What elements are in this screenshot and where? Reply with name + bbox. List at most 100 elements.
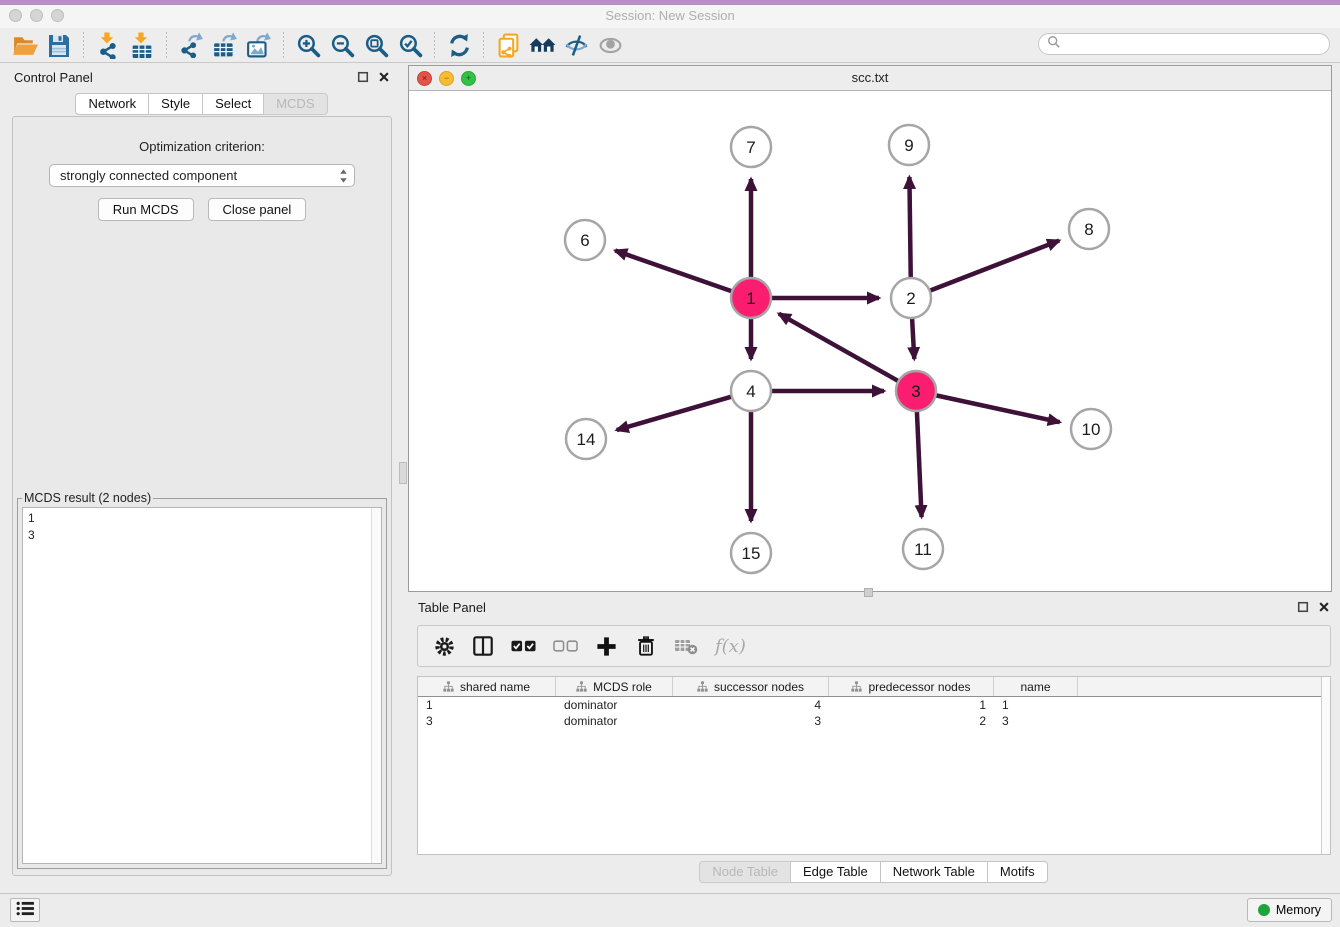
zoom-in-button[interactable] [291,30,325,60]
float-table-panel-button[interactable] [1297,601,1309,613]
table-row[interactable]: 3dominator323 [418,713,1330,729]
close-panel-button-2[interactable]: Close panel [208,198,307,221]
close-panel-button[interactable] [378,71,390,83]
deselect-all-rows-button[interactable] [553,639,578,653]
neighbors-icon [529,33,556,58]
tab-network-table[interactable]: Network Table [880,861,988,883]
memory-button[interactable]: Memory [1247,898,1332,922]
zoom-fit-button[interactable] [359,30,393,60]
control-panel: Control Panel NetworkStyleSelectMCDS Opt… [4,65,400,878]
graph-edge-1-6[interactable] [615,251,732,292]
tab-style[interactable]: Style [148,93,203,115]
export-image-button[interactable] [242,30,276,60]
panel-splitter-handle[interactable] [399,462,407,484]
import-network-button[interactable] [91,30,125,60]
function-builder-button[interactable]: f(x) [715,636,746,657]
graph-edge-3-1[interactable] [779,314,899,381]
tab-edge-table[interactable]: Edge Table [790,861,881,883]
graph-node-label: 14 [577,430,596,449]
export-table-button[interactable] [208,30,242,60]
create-column-button[interactable] [595,635,618,658]
column-header-name[interactable]: name [994,677,1078,696]
save-icon [47,33,71,57]
table-cell: 2 [829,714,994,728]
import-network-icon [95,32,121,59]
graph-node-label: 3 [911,382,920,401]
status-bar: Memory [0,893,1340,927]
mcds-result-box[interactable]: 1 3 [22,507,382,864]
graph-node-2[interactable]: 2 [891,278,931,318]
graph-node-8[interactable]: 8 [1069,209,1109,249]
network-window-titlebar[interactable]: × − + scc.txt [409,66,1331,91]
show-all-button[interactable] [593,30,627,60]
window-title: Session: New Session [0,8,1340,23]
graph-node-9[interactable]: 9 [889,125,929,165]
graph-edge-4-14[interactable] [617,397,732,430]
export-image-icon [246,32,272,58]
zoom-selected-button[interactable] [393,30,427,60]
hide-selected-button[interactable] [559,30,593,60]
graph-node-10[interactable]: 10 [1071,409,1111,449]
tab-node-table[interactable]: Node Table [699,861,791,883]
graph-node-4[interactable]: 4 [731,371,771,411]
search-icon [1047,35,1061,54]
node-table[interactable]: shared nameMCDS rolesuccessor nodesprede… [417,676,1331,855]
save-session-button[interactable] [42,30,76,60]
table-toolbar: f(x) [417,625,1331,667]
graph-node-6[interactable]: 6 [565,220,605,260]
tab-select[interactable]: Select [202,93,264,115]
table-scrollbar[interactable] [1321,677,1330,854]
column-header-shared-name[interactable]: shared name [418,677,556,696]
open-session-button[interactable] [8,30,42,60]
column-header-MCDS-role[interactable]: MCDS role [556,677,673,696]
graph-node-15[interactable]: 15 [731,533,771,573]
graph-node-3[interactable]: 3 [896,371,936,411]
graph-edge-2-8[interactable] [930,241,1060,291]
task-history-button[interactable] [10,898,40,922]
select-stepper-icon [339,168,348,187]
refresh-button[interactable] [442,30,476,60]
table-cell: 1 [994,698,1078,712]
result-scrollbar[interactable] [371,508,381,863]
graph-edge-2-9[interactable] [909,177,910,278]
column-header-predecessor-nodes[interactable]: predecessor nodes [829,677,994,696]
graph-node-14[interactable]: 14 [566,419,606,459]
float-panel-button[interactable] [357,71,369,83]
toolbar-separator [483,32,484,58]
graph-edge-3-11[interactable] [917,411,922,517]
first-neighbors-button[interactable] [525,30,559,60]
tab-network[interactable]: Network [75,93,149,115]
table-cell: 1 [418,698,556,712]
graph-node-label: 4 [746,382,755,401]
run-mcds-button[interactable]: Run MCDS [98,198,194,221]
tab-mcds[interactable]: MCDS [263,93,327,115]
search-box[interactable] [1038,33,1330,55]
delete-table-button[interactable] [674,634,698,658]
table-panel-title: Table Panel [418,600,486,615]
delete-column-button[interactable] [635,635,657,657]
network-canvas[interactable]: 1 2 3 4 6 7 8 9 10 11 14 15 [409,90,1331,591]
criterion-select[interactable]: strongly connected component [49,164,355,187]
select-all-rows-button[interactable] [511,639,536,653]
graph-edge-2-3[interactable] [912,318,914,359]
toggle-panel-button[interactable] [472,635,494,657]
import-table-button[interactable] [125,30,159,60]
hierarchy-icon [443,681,454,692]
graph-node-11[interactable]: 11 [903,529,943,569]
graph-node-1[interactable]: 1 [731,278,771,318]
hierarchy-icon [851,681,862,692]
export-network-button[interactable] [174,30,208,60]
export-network-icon [178,32,204,58]
copy-network-button[interactable] [491,30,525,60]
close-table-panel-button[interactable] [1318,601,1330,613]
table-cell: 3 [418,714,556,728]
table-row[interactable]: 1dominator411 [418,697,1330,713]
graph-node-7[interactable]: 7 [731,127,771,167]
search-input[interactable] [1066,36,1329,52]
tab-motifs[interactable]: Motifs [987,861,1048,883]
zoom-out-button[interactable] [325,30,359,60]
graph-edge-3-10[interactable] [936,395,1060,422]
criterion-select-value: strongly connected component [60,168,237,183]
table-settings-button[interactable] [434,636,455,657]
column-header-successor-nodes[interactable]: successor nodes [673,677,829,696]
